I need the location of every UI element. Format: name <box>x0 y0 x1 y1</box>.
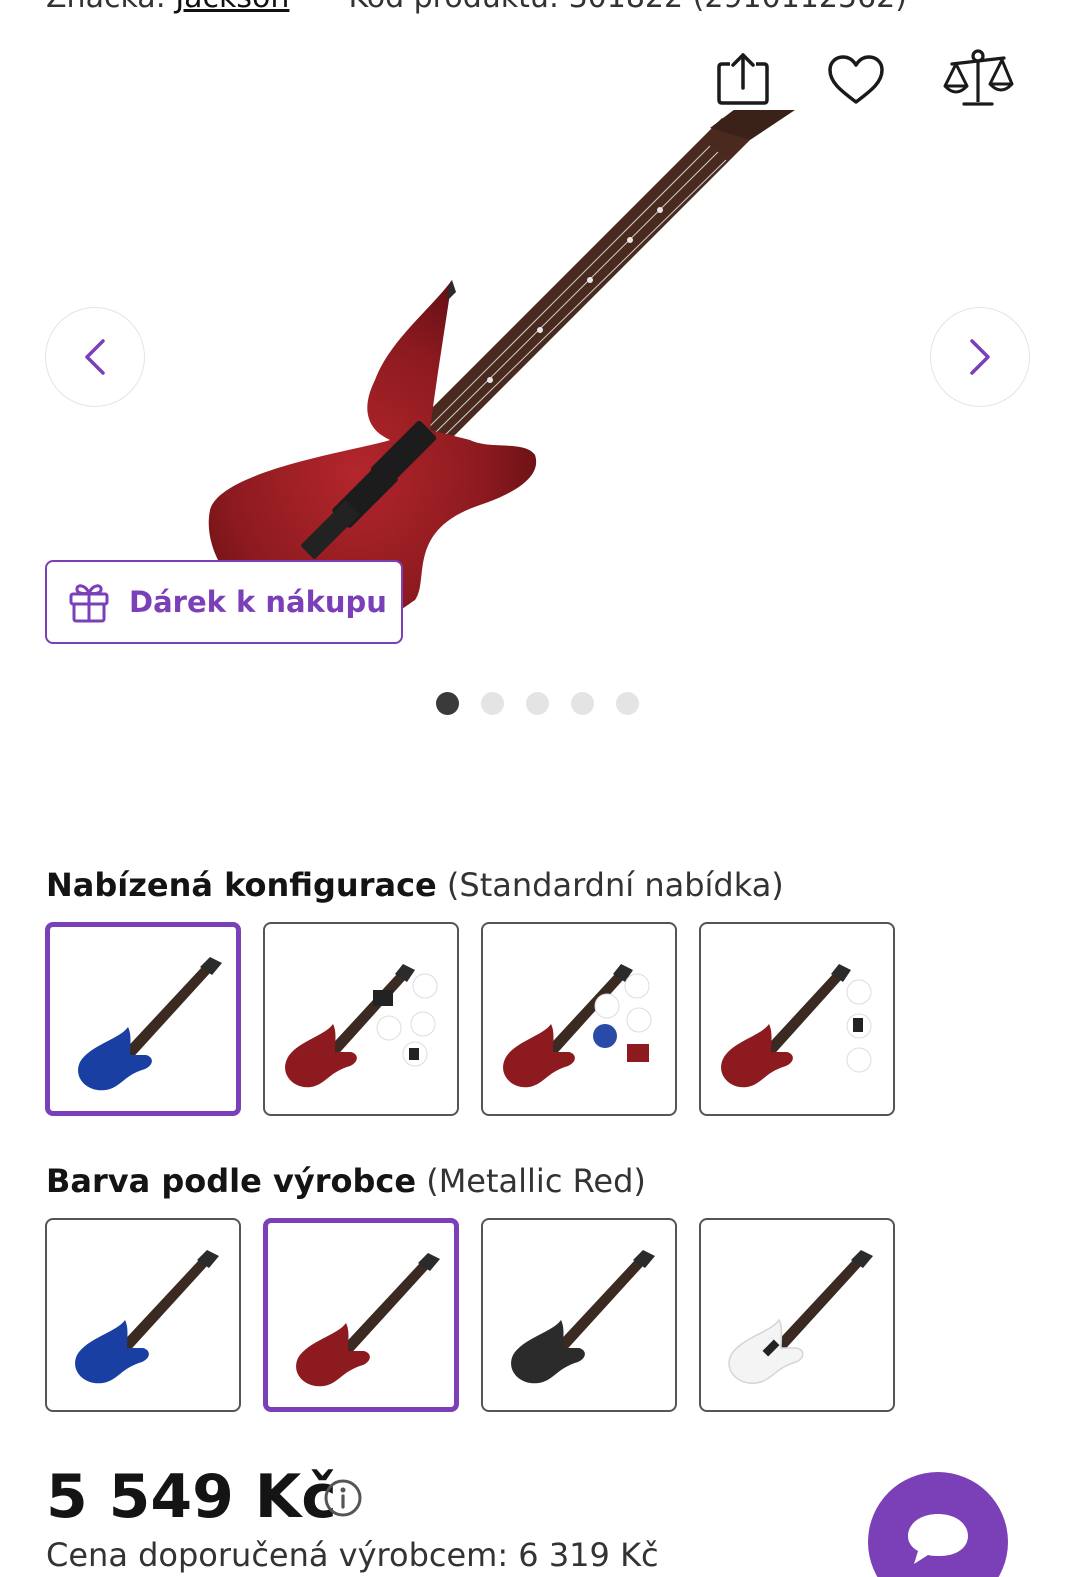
product-meta: Značka: Jackson Kód produktu: 301822 (29… <box>46 0 907 15</box>
brand-link[interactable]: Jackson <box>175 0 289 15</box>
guitar-thumbnail <box>721 964 872 1088</box>
guitar-thumbnail <box>78 957 222 1091</box>
chat-bubble-icon <box>908 1514 968 1564</box>
guitar-thumbnail <box>285 964 438 1088</box>
configuration-heading: Nabízená konfigurace (Standardní nabídka… <box>46 866 784 904</box>
scales-icon <box>943 49 1014 106</box>
gallery-next-button[interactable] <box>930 307 1030 407</box>
configuration-option-bundle-3[interactable] <box>699 922 895 1116</box>
gallery-pagination <box>436 692 639 715</box>
product-code-label: Kód produktu: <box>349 0 560 15</box>
gallery-dot-3[interactable] <box>526 692 549 715</box>
guitar-thumbnail <box>75 1250 219 1384</box>
color-option-blue[interactable] <box>45 1218 241 1412</box>
gift-icon <box>69 584 109 623</box>
configuration-option-bundle-1[interactable] <box>263 922 459 1116</box>
color-title: Barva podle výrobce <box>46 1162 417 1200</box>
info-icon <box>324 1479 362 1517</box>
chat-button[interactable] <box>868 1472 1008 1577</box>
gift-label: Dárek k nákupu <box>129 585 387 619</box>
color-heading: Barva podle výrobce (Metallic Red) <box>46 1162 646 1200</box>
heart-icon <box>828 55 884 104</box>
share-button[interactable] <box>712 48 774 110</box>
gallery-prev-button[interactable] <box>45 307 145 407</box>
chevron-left-icon <box>85 339 105 375</box>
color-options <box>45 1218 895 1412</box>
brand-label: Značka: <box>46 0 166 15</box>
color-selected: (Metallic Red) <box>426 1162 646 1200</box>
color-option-metallic-red[interactable] <box>263 1218 459 1412</box>
favorite-button[interactable] <box>824 50 888 110</box>
color-option-white[interactable] <box>699 1218 895 1412</box>
recommended-retail-price: Cena doporučená výrobcem: 6 319 Kč <box>46 1536 659 1574</box>
configuration-option-standard[interactable] <box>45 922 241 1116</box>
guitar-thumbnail <box>728 1250 873 1385</box>
share-icon <box>717 53 769 105</box>
configuration-option-bundle-2[interactable] <box>481 922 677 1116</box>
configuration-title: Nabízená konfigurace <box>46 866 437 904</box>
guitar-thumbnail <box>511 1250 655 1384</box>
guitar-thumbnail <box>296 1253 440 1387</box>
compare-button[interactable] <box>940 46 1016 112</box>
color-option-black[interactable] <box>481 1218 677 1412</box>
gallery-dot-2[interactable] <box>481 692 504 715</box>
guitar-thumbnail <box>503 964 652 1088</box>
chevron-right-icon <box>970 339 990 375</box>
gallery-dot-1[interactable] <box>436 692 459 715</box>
product-price: 5 549 Kč <box>46 1462 337 1532</box>
configuration-selected: (Standardní nabídka) <box>446 866 784 904</box>
price-info-button[interactable] <box>323 1478 363 1518</box>
gallery-dot-4[interactable] <box>571 692 594 715</box>
configuration-options <box>45 922 895 1116</box>
gift-badge[interactable]: Dárek k nákupu <box>45 560 403 644</box>
gallery-dot-5[interactable] <box>616 692 639 715</box>
product-code-value: 301822 (2910112562) <box>569 0 907 15</box>
